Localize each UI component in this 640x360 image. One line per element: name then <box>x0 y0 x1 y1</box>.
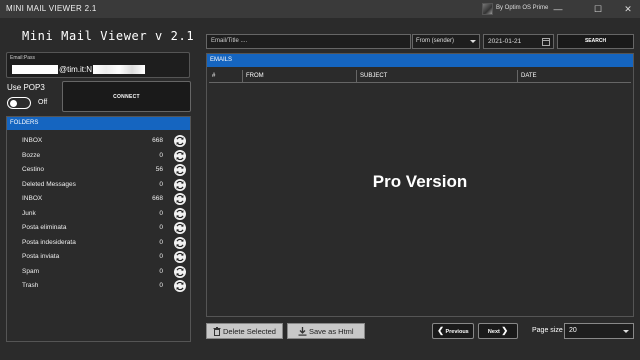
maximize-button[interactable]: ☐ <box>586 0 610 18</box>
folder-row[interactable]: INBOX 668 <box>7 192 190 206</box>
folders-header: FOLDERS <box>7 117 190 130</box>
redaction-mask <box>12 65 58 74</box>
minimize-button[interactable]: — <box>546 0 570 18</box>
refresh-icon[interactable] <box>174 280 186 292</box>
folder-row[interactable]: Posta eliminata 0 <box>7 221 190 235</box>
refresh-icon[interactable] <box>174 164 186 176</box>
folders-panel: FOLDERS INBOX 668 Bozze 0 Cestino 56 Deleted M… <box>6 116 191 342</box>
next-button[interactable]: Next ❯ <box>478 323 518 339</box>
folder-count: 668 <box>152 137 163 144</box>
column-header-from[interactable]: FROM <box>243 70 357 82</box>
folder-row[interactable]: INBOX 668 <box>7 134 190 148</box>
pro-version-overlay: Pro Version <box>372 172 468 191</box>
chevron-right-icon: ❯ <box>501 326 509 335</box>
delete-selected-button[interactable]: Delete Selected <box>206 323 283 339</box>
trash-icon <box>213 327 221 336</box>
folder-count: 0 <box>159 238 163 246</box>
toggle-knob <box>10 99 17 107</box>
app-heading: Mini Mail Viewer v 2.1 <box>22 29 195 43</box>
folder-count: 0 <box>159 209 163 217</box>
next-label: Next <box>487 329 500 335</box>
email-pass-field[interactable]: Email:Pass @tim.it:N <box>6 52 190 78</box>
folder-count: 668 <box>152 195 163 202</box>
refresh-icon[interactable] <box>174 178 186 191</box>
refresh-icon[interactable] <box>174 222 186 234</box>
folder-count: 0 <box>159 151 163 159</box>
pop3-state-label: Off <box>38 99 48 106</box>
folder-count: 56 <box>155 166 163 173</box>
folder-row[interactable]: Cestino 56 <box>7 163 190 177</box>
previous-button[interactable]: ❮ Previous <box>432 323 474 339</box>
folder-row[interactable]: Spam 0 <box>7 265 190 279</box>
download-icon <box>298 327 307 336</box>
folder-name: Spam <box>22 267 39 275</box>
column-header-subject[interactable]: SUBJECT <box>357 70 518 82</box>
folder-name: Junk <box>22 209 36 217</box>
chevron-down-icon <box>470 40 476 43</box>
folder-name: Posta inviata <box>22 253 60 260</box>
refresh-icon[interactable] <box>174 236 186 249</box>
emails-panel: EMAILS # FROM SUBJECT DATE Pro Version <box>206 53 634 317</box>
email-pass-value: @tim.it:N <box>59 65 93 74</box>
folder-row[interactable]: Deleted Messages 0 <box>7 178 190 192</box>
folder-row[interactable]: Junk 0 <box>7 207 190 221</box>
folder-name: Posta eliminata <box>22 224 67 231</box>
window-titlebar: MINI MAIL VIEWER 2.1 By Optim OS Prime —… <box>0 0 640 18</box>
header-divider <box>209 82 631 83</box>
save-html-button[interactable]: Save as Html <box>287 323 365 339</box>
email-pass-label: Email:Pass <box>10 55 36 61</box>
save-html-label: Save as Html <box>309 327 354 336</box>
folder-name: Deleted Messages <box>22 180 76 188</box>
date-value: 2021-01-21 <box>488 38 522 45</box>
author-label: By Optim OS Prime <box>496 5 549 11</box>
page-size-value: 20 <box>569 327 577 334</box>
folder-count: 0 <box>159 282 163 289</box>
connect-button[interactable]: CONNECT <box>62 81 191 112</box>
folder-name: INBOX <box>22 137 43 144</box>
previous-label: Previous <box>445 329 469 335</box>
search-input[interactable]: Email/Title .... <box>206 34 411 49</box>
folder-name: Bozze <box>22 151 41 159</box>
folder-row[interactable]: Trash 0 <box>7 279 190 293</box>
author-avatar <box>482 3 493 15</box>
refresh-icon[interactable] <box>174 265 186 278</box>
search-filter-select[interactable]: From (sender) <box>412 34 480 49</box>
window-title: MINI MAIL VIEWER 2.1 <box>6 4 97 13</box>
page-size-select[interactable]: 20 <box>564 323 634 339</box>
folder-count: 0 <box>159 267 163 275</box>
emails-header: EMAILS <box>207 54 633 67</box>
folder-row[interactable]: Posta inviata 0 <box>7 250 190 264</box>
search-filter-value: From (sender) <box>416 38 455 44</box>
folder-name: Trash <box>22 282 39 289</box>
chevron-left-icon: ❮ <box>437 326 444 335</box>
pop3-label: Use POP3 <box>7 83 45 92</box>
folder-row[interactable]: Bozze 0 <box>7 149 190 163</box>
folder-name: Posta indesiderata <box>22 238 76 246</box>
refresh-icon[interactable] <box>174 207 186 220</box>
folder-row[interactable]: Posta indesiderata 0 <box>7 236 190 250</box>
redaction-mask <box>93 65 145 74</box>
refresh-icon[interactable] <box>174 149 186 162</box>
folder-name: INBOX <box>22 195 43 202</box>
refresh-icon[interactable] <box>174 193 186 205</box>
refresh-icon[interactable] <box>174 251 186 263</box>
date-picker[interactable]: 2021-01-21 <box>483 34 554 49</box>
delete-selected-label: Delete Selected <box>223 327 276 336</box>
folder-count: 0 <box>159 180 163 188</box>
folder-count: 0 <box>159 253 163 260</box>
refresh-icon[interactable] <box>174 135 186 147</box>
column-header-number[interactable]: # <box>209 70 243 82</box>
close-button[interactable]: ✕ <box>616 0 640 18</box>
calendar-icon[interactable] <box>542 38 550 46</box>
folder-name: Cestino <box>22 166 45 173</box>
page-size-label: Page size <box>532 327 563 334</box>
column-header-date[interactable]: DATE <box>518 70 631 82</box>
chevron-down-icon <box>623 330 629 333</box>
folder-count: 0 <box>159 224 163 231</box>
pop3-toggle[interactable] <box>7 97 31 109</box>
search-button[interactable]: SEARCH <box>557 34 634 49</box>
